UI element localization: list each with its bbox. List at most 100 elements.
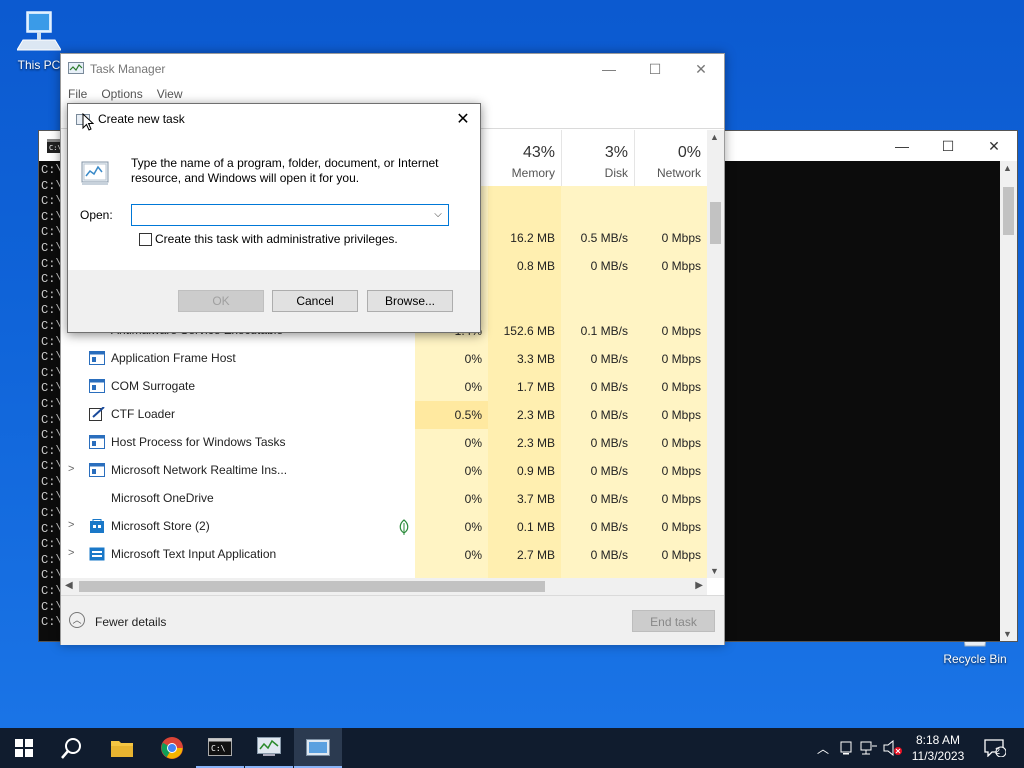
run-dialog-taskbar-button[interactable] — [294, 728, 342, 768]
dialog-title: Create new task — [98, 112, 185, 126]
terminal-icon: C:\ — [208, 738, 232, 756]
cancel-button[interactable]: Cancel — [272, 290, 358, 312]
disk-cell: 0.1 MB/s — [580, 324, 628, 338]
disk-cell: 0.5 MB/s — [580, 231, 628, 245]
chevron-up-icon[interactable]: ︿ — [69, 612, 85, 628]
scroll-up-icon[interactable]: ▲ — [710, 132, 719, 142]
process-name: CTF Loader — [111, 407, 176, 421]
action-center-button[interactable]: 2 — [980, 728, 1010, 768]
file-explorer-taskbar-button[interactable] — [98, 728, 146, 768]
column-header-memory[interactable]: 43% Memory — [488, 130, 562, 186]
cpu-cell: 0% — [464, 436, 482, 450]
task-manager-taskbar-button[interactable] — [245, 728, 293, 768]
disk-cell: 0 MB/s — [590, 548, 628, 562]
disk-cell: 0 MB/s — [590, 492, 628, 506]
network-cell: 0 Mbps — [661, 436, 701, 450]
disk-cell: 0 MB/s — [590, 259, 628, 273]
desktop: This PC Recycle Bin C:\ — ☐ ✕ C:\ C:\ C:\ C… — [0, 0, 1024, 728]
table-row[interactable]: Host Process for Windows Tasks 0% 2.3 MB… — [61, 429, 707, 457]
process-name: COM Surrogate — [111, 379, 196, 393]
scroll-down-icon[interactable]: ▼ — [1003, 629, 1012, 639]
cpu-cell: 0% — [464, 548, 482, 562]
clock-date: 11/3/2023 — [911, 749, 965, 763]
table-row[interactable]: COM Surrogate 0% 1.7 MB 0 MB/s 0 Mbps — [61, 373, 707, 401]
task-manager-titlebar[interactable]: Task Manager — ☐ ✕ — [61, 54, 724, 84]
dialog-close-button[interactable]: ✕ — [446, 104, 480, 134]
create-new-task-dialog[interactable]: Create new task ✕ Type the name of a pro… — [67, 103, 481, 333]
scroll-thumb[interactable] — [79, 581, 545, 592]
browse-button[interactable]: Browse... — [367, 290, 453, 312]
expand-chevron-icon[interactable]: > — [68, 463, 74, 475]
scroll-up-icon[interactable]: ▲ — [1003, 163, 1012, 173]
table-row[interactable]: > Microsoft Network Realtime Ins... 0% 0… — [61, 457, 707, 485]
end-task-button[interactable]: End task — [632, 610, 715, 632]
folder-icon — [111, 741, 133, 757]
ok-button[interactable]: OK — [178, 290, 264, 312]
disk-cell: 0 MB/s — [590, 436, 628, 450]
desktop-icon-label: This PC — [17, 58, 61, 72]
task-manager-icon — [257, 737, 281, 756]
cpu-cell: 0% — [464, 492, 482, 506]
cmd-taskbar-button[interactable]: C:\ — [196, 728, 244, 768]
admin-privileges-label[interactable]: Create this task with administrative pri… — [155, 232, 398, 246]
taskbar-clock[interactable]: 8:18 AM 11/3/2023 — [900, 732, 976, 764]
open-label: Open: — [80, 208, 113, 222]
vertical-scrollbar[interactable]: ▲ ▼ — [707, 130, 724, 578]
column-header-label: Disk — [604, 166, 628, 180]
tray-network-icon[interactable] — [858, 728, 880, 768]
suspended-leaf-icon — [399, 519, 409, 535]
disk-cell: 0 MB/s — [590, 464, 628, 478]
cmd-scroll-thumb[interactable] — [1003, 187, 1014, 235]
app-window-icon — [89, 351, 105, 365]
expand-chevron-icon[interactable]: > — [68, 519, 74, 531]
table-row[interactable]: Microsoft OneDrive 0% 3.7 MB 0 MB/s 0 Mb… — [61, 485, 707, 513]
disk-cell: 0 MB/s — [590, 352, 628, 366]
cmd-maximize-button[interactable]: ☐ — [925, 131, 971, 161]
chevron-up-icon: ︿ — [816, 741, 829, 756]
maximize-button[interactable]: ☐ — [632, 54, 678, 84]
scroll-thumb[interactable] — [710, 202, 721, 244]
start-button[interactable] — [0, 728, 48, 768]
table-row[interactable]: Application Frame Host 0% 3.3 MB 0 MB/s … — [61, 345, 707, 373]
column-header-pct: 43% — [522, 144, 555, 161]
cmd-scrollbar[interactable]: ▲ ▼ — [1000, 161, 1017, 641]
fewer-details-link[interactable]: Fewer details — [95, 615, 166, 629]
open-combobox[interactable]: ⌵ — [131, 204, 449, 226]
column-header-network[interactable]: 0% Network — [634, 130, 708, 186]
run-dialog-icon — [306, 739, 330, 756]
taskbar: C:\ ︿ 8:18 AM 11/3/2023 2 — [0, 728, 1024, 768]
memory-cell: 0.1 MB — [516, 520, 555, 534]
column-header-disk[interactable]: 3% Disk — [561, 130, 635, 186]
memory-cell: 1.7 MB — [516, 380, 555, 394]
horizontal-scrollbar[interactable]: ◀ ▶ — [61, 578, 707, 595]
cmd-minimize-button[interactable]: — — [879, 131, 925, 161]
expand-chevron-icon[interactable]: > — [68, 547, 74, 559]
dialog-titlebar[interactable]: Create new task ✕ — [68, 104, 480, 134]
dialog-description: Type the name of a program, folder, docu… — [131, 156, 439, 185]
search-icon — [61, 738, 81, 759]
table-row[interactable]: CTF Loader 0.5% 2.3 MB 0 MB/s 0 Mbps — [61, 401, 707, 429]
mouse-cursor-icon — [82, 113, 94, 131]
close-button[interactable]: ✕ — [678, 54, 724, 84]
admin-privileges-checkbox[interactable] — [139, 233, 152, 246]
svg-text:C:\: C:\ — [211, 744, 226, 753]
network-cell: 0 Mbps — [661, 324, 701, 338]
table-row[interactable]: > Microsoft Store (2) 0% 0.1 MB 0 MB/s 0… — [61, 513, 707, 541]
table-row[interactable]: > Microsoft Text Input Application 0% 2.… — [61, 541, 707, 569]
minimize-button[interactable]: — — [586, 54, 632, 84]
chevron-down-icon[interactable]: ⌵ — [430, 206, 446, 224]
scroll-right-icon[interactable]: ▶ — [695, 580, 703, 591]
disk-cell: 0 MB/s — [590, 408, 628, 422]
show-hidden-icons-button[interactable]: ︿ — [812, 728, 834, 768]
network-cell: 0 Mbps — [661, 408, 701, 422]
search-button[interactable] — [48, 728, 96, 768]
run-program-icon — [81, 161, 109, 185]
cmd-close-button[interactable]: ✕ — [971, 131, 1017, 161]
chrome-taskbar-button[interactable] — [148, 728, 196, 768]
network-cell: 0 Mbps — [661, 380, 701, 394]
scroll-left-icon[interactable]: ◀ — [65, 580, 73, 591]
store-icon — [90, 519, 104, 533]
open-input[interactable] — [136, 206, 430, 226]
tray-device-icon[interactable] — [836, 728, 856, 768]
scroll-down-icon[interactable]: ▼ — [710, 566, 719, 576]
